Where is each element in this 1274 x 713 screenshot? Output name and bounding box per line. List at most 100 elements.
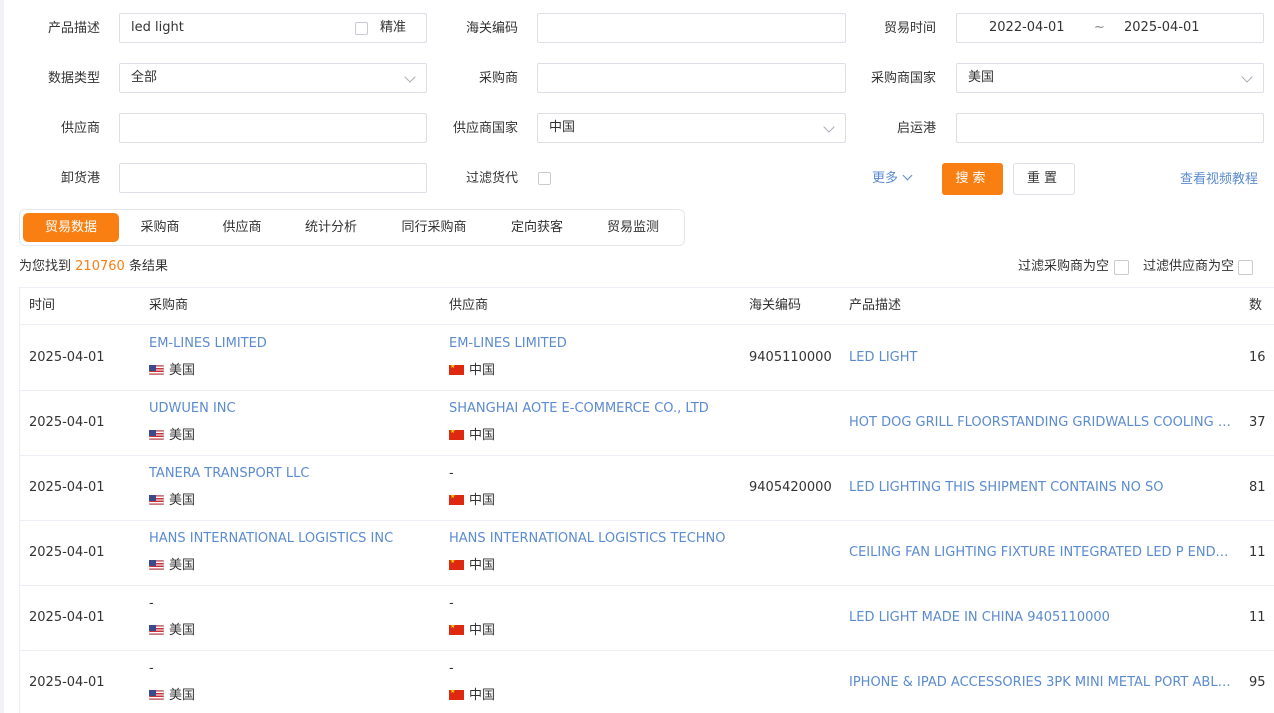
table-row[interactable]: 2025-04-01 EM-LINES LIMITED 美国 EM-LINES … xyxy=(20,325,1274,391)
header-quantity[interactable]: 数 xyxy=(1249,288,1262,324)
chevron-down-icon xyxy=(902,170,913,181)
data-type-value: 全部 xyxy=(131,70,158,85)
more-toggle[interactable]: 更多 xyxy=(872,163,913,195)
supplier-country-text: 中国 xyxy=(469,493,496,508)
hs-code-input[interactable] xyxy=(537,13,846,43)
reset-button[interactable]: 重置 xyxy=(1013,163,1075,195)
exact-label: 精准 xyxy=(379,20,406,35)
filter-supplier-empty: 过滤供应商为空 xyxy=(1143,257,1234,277)
filter-forwarder-checkbox[interactable] xyxy=(538,172,551,185)
table-row[interactable]: 2025-04-01 HANS INTERNATIONAL LOGISTICS … xyxy=(20,520,1274,586)
tab-suppliers[interactable]: 供应商 xyxy=(210,213,274,242)
supplier-name: - xyxy=(449,466,454,481)
supplier-input[interactable] xyxy=(119,113,427,143)
supplier-link[interactable]: EM-LINES LIMITED xyxy=(449,335,567,353)
filter-buyer-empty-checkbox[interactable] xyxy=(1114,260,1129,275)
buyer-country: 美国 xyxy=(149,427,195,445)
product-desc-link[interactable]: HOT DOG GRILL FLOORSTANDING GRIDWALLS CO… xyxy=(849,390,1231,455)
us-flag-icon xyxy=(149,495,164,505)
supplier-name: - xyxy=(449,596,454,611)
buyer-link[interactable]: TANERA TRANSPORT LLC xyxy=(149,465,309,483)
china-flag-icon xyxy=(449,625,464,635)
tab-buyers[interactable]: 采购商 xyxy=(128,213,192,242)
buyer-country-value: 美国 xyxy=(968,70,995,85)
form-row-2: 数据类型 全部 采购商 采购商国家 美国 xyxy=(0,63,1274,95)
filter-buyer-empty-label: 过滤采购商为空 xyxy=(1018,259,1110,274)
buyer-link[interactable]: UDWUEN INC xyxy=(149,400,236,418)
row-time: 2025-04-01 xyxy=(29,415,105,430)
table-row[interactable]: 2025-04-01 - 美国 - 中国 IPHONE & IPAD ACCES… xyxy=(20,650,1274,713)
row-hs-code: 9405110000 xyxy=(749,350,832,365)
result-tabs: 贸易数据 采购商 供应商 统计分析 同行采购商 定向获客 贸易监测 xyxy=(19,209,685,246)
china-flag-icon xyxy=(449,560,464,570)
supplier-label: 供应商 xyxy=(60,121,100,136)
date-from[interactable]: 2022-04-01 xyxy=(989,14,1065,42)
row-time: 2025-04-01 xyxy=(29,675,105,690)
hs-code-label: 海关编码 xyxy=(465,21,518,36)
us-flag-icon xyxy=(149,560,164,570)
product-desc-link[interactable]: IPHONE & IPAD ACCESSORIES 3PK MINI METAL… xyxy=(849,650,1231,713)
chevron-down-icon xyxy=(1241,71,1253,83)
table-row[interactable]: 2025-04-01 - 美国 - 中国 LED LIGHT MADE IN C… xyxy=(20,585,1274,651)
supplier-country-select[interactable]: 中国 xyxy=(537,113,846,143)
tab-trade-monitoring[interactable]: 贸易监测 xyxy=(598,213,668,242)
search-button[interactable]: 搜索 xyxy=(942,163,1003,195)
buyer-country-text: 美国 xyxy=(169,493,196,508)
table-row[interactable]: 2025-04-01 UDWUEN INC 美国 SHANGHAI AOTE E… xyxy=(20,390,1274,456)
supplier-link[interactable]: HANS INTERNATIONAL LOGISTICS TECHNO xyxy=(449,530,726,548)
table-row[interactable]: 2025-04-01 TANERA TRANSPORT LLC 美国 - 中国 … xyxy=(20,455,1274,521)
buyer-country-text: 美国 xyxy=(169,623,196,638)
buyer-label: 采购商 xyxy=(478,71,518,86)
header-time[interactable]: 时间 xyxy=(29,288,55,324)
filter-supplier-empty-checkbox[interactable] xyxy=(1238,260,1253,275)
supplier-country: 中国 xyxy=(449,557,495,575)
tab-statistics[interactable]: 统计分析 xyxy=(296,213,366,242)
header-product-desc[interactable]: 产品描述 xyxy=(849,288,901,324)
tab-peer-buyers[interactable]: 同行采购商 xyxy=(392,213,476,242)
chevron-down-icon xyxy=(823,121,835,133)
date-separator: ~ xyxy=(1094,20,1105,35)
tab-targeted-acquisition[interactable]: 定向获客 xyxy=(502,213,572,242)
product-desc-link[interactable]: LED LIGHTING THIS SHIPMENT CONTAINS NO S… xyxy=(849,455,1231,520)
row-hs-code: 9405420000 xyxy=(749,480,832,495)
row-quantity: 81 xyxy=(1249,480,1266,495)
buyer-country: 美国 xyxy=(149,492,195,510)
china-flag-icon xyxy=(449,365,464,375)
supplier-name: - xyxy=(449,661,454,676)
buyer-link[interactable]: HANS INTERNATIONAL LOGISTICS INC xyxy=(149,530,393,548)
result-suffix: 条结果 xyxy=(128,259,168,274)
china-flag-icon xyxy=(449,430,464,440)
product-desc-link[interactable]: LED LIGHT MADE IN CHINA 9405110000 xyxy=(849,585,1231,650)
header-buyer[interactable]: 采购商 xyxy=(149,288,188,324)
supplier-country: 中国 xyxy=(449,427,495,445)
data-type-label: 数据类型 xyxy=(47,71,100,86)
more-label: 更多 xyxy=(872,171,899,186)
buyer-link[interactable]: EM-LINES LIMITED xyxy=(149,335,267,353)
buyer-country-select[interactable]: 美国 xyxy=(956,63,1264,93)
product-desc-link[interactable]: CEILING FAN LIGHTING FIXTURE INTEGRATED … xyxy=(849,520,1231,585)
supplier-country-text: 中国 xyxy=(469,363,496,378)
row-time: 2025-04-01 xyxy=(29,610,105,625)
data-type-select[interactable]: 全部 xyxy=(119,63,427,93)
header-hs-code[interactable]: 海关编码 xyxy=(749,288,801,324)
left-rail xyxy=(0,0,4,713)
supplier-link[interactable]: SHANGHAI AOTE E-COMMERCE CO., LTD xyxy=(449,400,709,418)
buyer-input[interactable] xyxy=(537,63,846,93)
tab-trade-data[interactable]: 贸易数据 xyxy=(23,213,119,242)
date-range-picker[interactable]: 2022-04-01 ~ 2025-04-01 xyxy=(956,13,1264,43)
arrival-port-input[interactable] xyxy=(119,163,427,193)
table-header: 时间 采购商 供应商 海关编码 产品描述 数 xyxy=(20,288,1274,325)
trade-data-table: 时间 采购商 供应商 海关编码 产品描述 数 2025-04-01 EM-LIN… xyxy=(19,287,1274,713)
date-to[interactable]: 2025-04-01 xyxy=(1124,14,1200,42)
supplier-country: 中国 xyxy=(449,622,495,640)
supplier-country-text: 中国 xyxy=(469,688,496,703)
buyer-country: 美国 xyxy=(149,622,195,640)
product-desc-link[interactable]: LED LIGHT xyxy=(849,325,1231,390)
exact-checkbox[interactable] xyxy=(355,22,368,35)
supplier-country-label: 供应商国家 xyxy=(452,121,518,136)
buyer-name: - xyxy=(149,661,154,676)
departure-port-input[interactable] xyxy=(956,113,1264,143)
product-desc-input[interactable]: led light 精准 xyxy=(119,13,427,43)
video-tutorial-link[interactable]: 查看视频教程 xyxy=(1180,164,1258,196)
header-supplier[interactable]: 供应商 xyxy=(449,288,488,324)
